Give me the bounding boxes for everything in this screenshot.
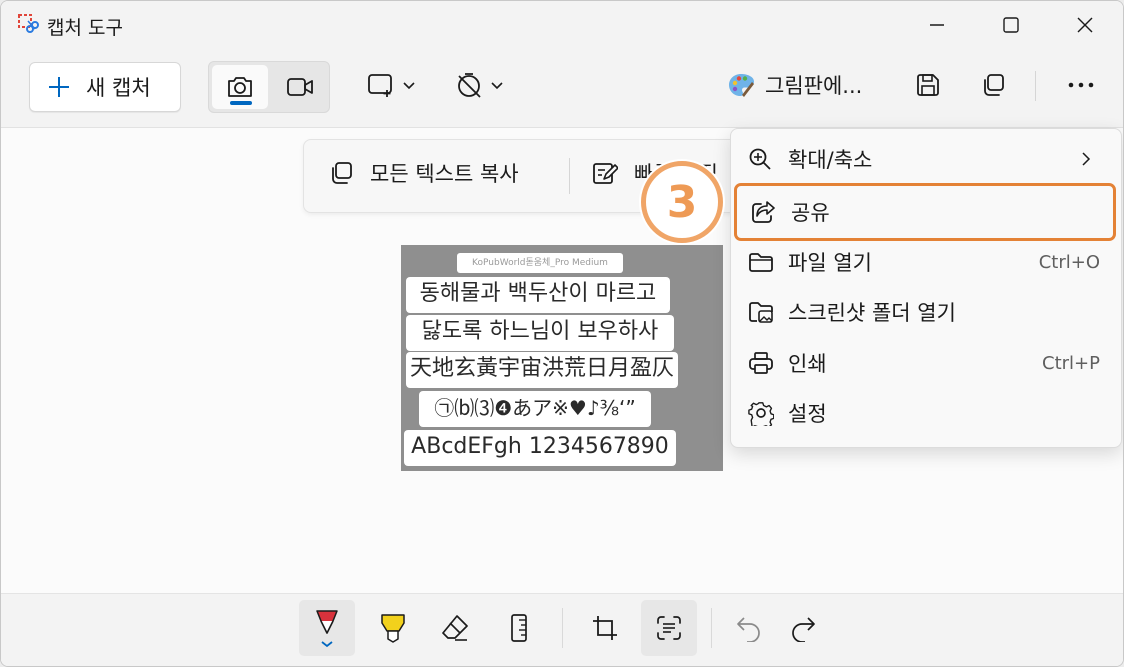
menu-item-label: 파일 열기 [788,251,872,275]
chevron-down-icon [491,82,503,90]
rectangle-snip-icon [368,74,392,97]
folder-icon [749,253,773,272]
text-actions-button[interactable] [641,600,697,656]
share-icon [752,201,775,223]
plus-icon [49,77,69,97]
close-icon [1077,17,1093,33]
image-folder-icon [749,302,773,323]
close-window-button[interactable] [1047,1,1123,49]
title-bar: 캡처 도구 [1,1,1123,49]
capture-mode-group [208,61,330,113]
menu-item-zoom[interactable]: 확대/축소 [736,136,1114,182]
menu-item-label: 공유 [791,201,830,225]
edit-icon [593,163,618,184]
copy-icon [332,162,352,184]
open-in-paint-button[interactable]: 그림판에... [727,65,862,105]
window-title: 캡처 도구 [47,17,123,39]
minimize-icon [930,24,944,26]
snipping-tool-window: 캡처 도구 새 캡처 그림판에... 모든 텍스트 복사 3 KoPubWorl… [0,0,1124,667]
gear-icon [748,402,774,426]
text-actions-divider [569,158,570,194]
paint-palette-icon [729,74,754,97]
undo-button[interactable] [721,600,777,656]
menu-item-share[interactable]: 공유 [734,183,1116,241]
markup-divider [562,608,563,648]
timer-dropdown[interactable] [455,65,505,105]
copy-all-text-label: 모든 텍스트 복사 [370,162,519,186]
snip-shape-dropdown[interactable] [367,65,417,105]
sample-text-line: ABcdEFgh 1234567890 [404,430,676,466]
snipping-tool-app-icon [18,14,39,33]
save-button[interactable] [915,65,941,105]
maximize-button[interactable] [973,1,1049,49]
ballpoint-pen-button[interactable] [299,600,355,656]
copy-icon [984,74,1004,96]
menu-item-label: 스크린샷 폴더 열기 [788,301,956,325]
sample-text-line: 닳도록 하느님이 보우하사 [406,315,674,351]
font-caption: KoPubWorld돋움체_Pro Medium [457,253,623,273]
menu-item-label: 인쇄 [788,352,827,376]
record-mode-button[interactable] [272,65,328,109]
captured-screenshot: KoPubWorld돋움체_Pro Medium 동해물과 백두산이 마르고 닳… [401,245,723,471]
menu-item-settings[interactable]: 설정 [736,390,1114,436]
open-in-paint-label: 그림판에... [765,74,863,98]
menu-item-label: 확대/축소 [788,148,873,172]
markup-toolbar [1,593,1123,666]
active-mode-indicator [230,101,252,105]
chevron-right-icon [1082,152,1091,166]
crop-button[interactable] [577,600,633,656]
step-number-badge: 3 [641,161,723,243]
sample-text-line: 天地玄黃宇宙洪荒日月盈仄 [406,352,678,388]
no-timer-icon [458,73,481,98]
new-capture-button[interactable]: 새 캡처 [29,62,181,112]
redo-icon [792,617,815,642]
see-more-menu: 확대/축소 공유 파일 열기 Ctrl+O 스크린샷 폴더 열기 인쇄 Ctrl… [730,128,1122,448]
menu-item-print[interactable]: 인쇄 Ctrl+P [736,340,1114,386]
undo-icon [737,617,760,642]
markup-divider [711,608,712,648]
screenshot-mode-button[interactable] [212,65,268,109]
copy-button[interactable] [980,65,1006,105]
printer-icon [749,352,773,374]
save-icon [917,74,939,96]
eraser-icon [442,615,468,641]
sample-text-line: 동해물과 백두산이 마르고 [406,277,670,313]
menu-item-shortcut: Ctrl+O [1038,251,1100,273]
ballpoint-pen-icon [316,610,338,648]
new-capture-label: 새 캡처 [86,76,151,100]
maximize-icon [1003,17,1019,33]
chevron-down-icon [403,82,415,90]
eraser-button[interactable] [427,600,483,656]
minimize-button[interactable] [899,1,975,49]
video-camera-icon [287,78,313,96]
highlighter-icon [381,614,405,643]
menu-item-open-screenshot-folder[interactable]: 스크린샷 폴더 열기 [736,289,1114,335]
see-more-button[interactable] [1067,65,1095,105]
toolbar-divider [1035,71,1036,101]
capture-toolbar: 새 캡처 그림판에... [1,49,1123,128]
zoom-icon [749,148,771,170]
menu-item-open-file[interactable]: 파일 열기 Ctrl+O [736,239,1114,285]
ruler-icon [511,614,527,642]
menu-item-label: 설정 [788,402,827,426]
camera-icon [228,77,252,97]
menu-item-shortcut: Ctrl+P [1042,352,1100,374]
text-actions-icon [657,616,681,640]
crop-icon [593,616,617,640]
ruler-button[interactable] [491,600,547,656]
copy-all-text-button[interactable]: 모든 텍스트 복사 [328,158,519,188]
redo-button[interactable] [775,600,831,656]
highlighter-button[interactable] [365,600,421,656]
more-options-icon [1068,82,1094,88]
sample-text-line: ㉠⒝⑶❹あア※♥♪⅜‘” [419,391,651,427]
